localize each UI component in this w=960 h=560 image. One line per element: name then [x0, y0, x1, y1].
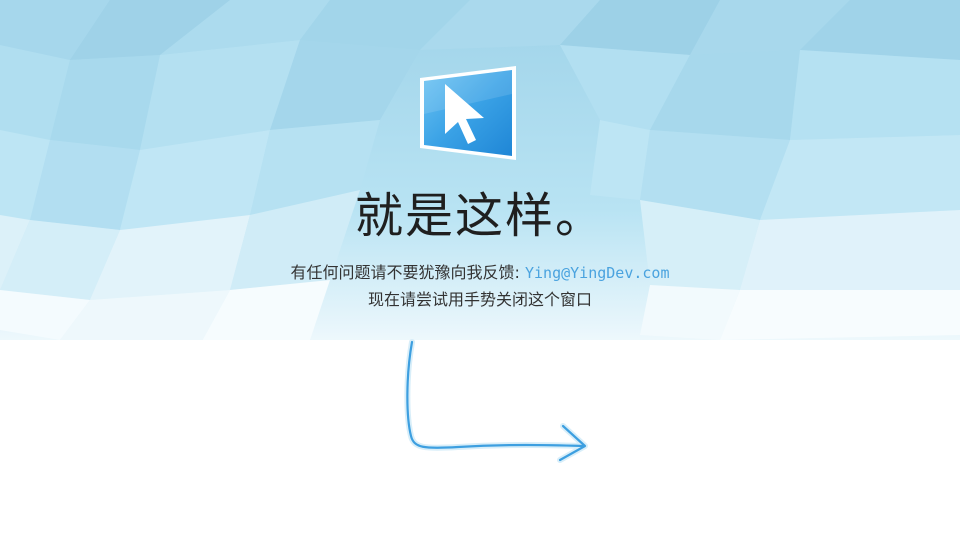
welcome-window: 就是这样。 有任何问题请不要犹豫向我反馈: Ying@YingDev.com 现… [0, 0, 960, 560]
feedback-text: 有任何问题请不要犹豫向我反馈: Ying@YingDev.com [0, 262, 960, 284]
feedback-email-link[interactable]: Ying@YingDev.com [525, 264, 670, 282]
feedback-prefix: 有任何问题请不要犹豫向我反馈: [290, 263, 525, 282]
gesture-arrow-icon [404, 339, 588, 463]
cursor-monitor-icon [420, 66, 516, 160]
page-title: 就是这样。 [354, 188, 605, 244]
gesture-instruction: 现在请尝试用手势关闭这个窗口 [367, 290, 592, 309]
